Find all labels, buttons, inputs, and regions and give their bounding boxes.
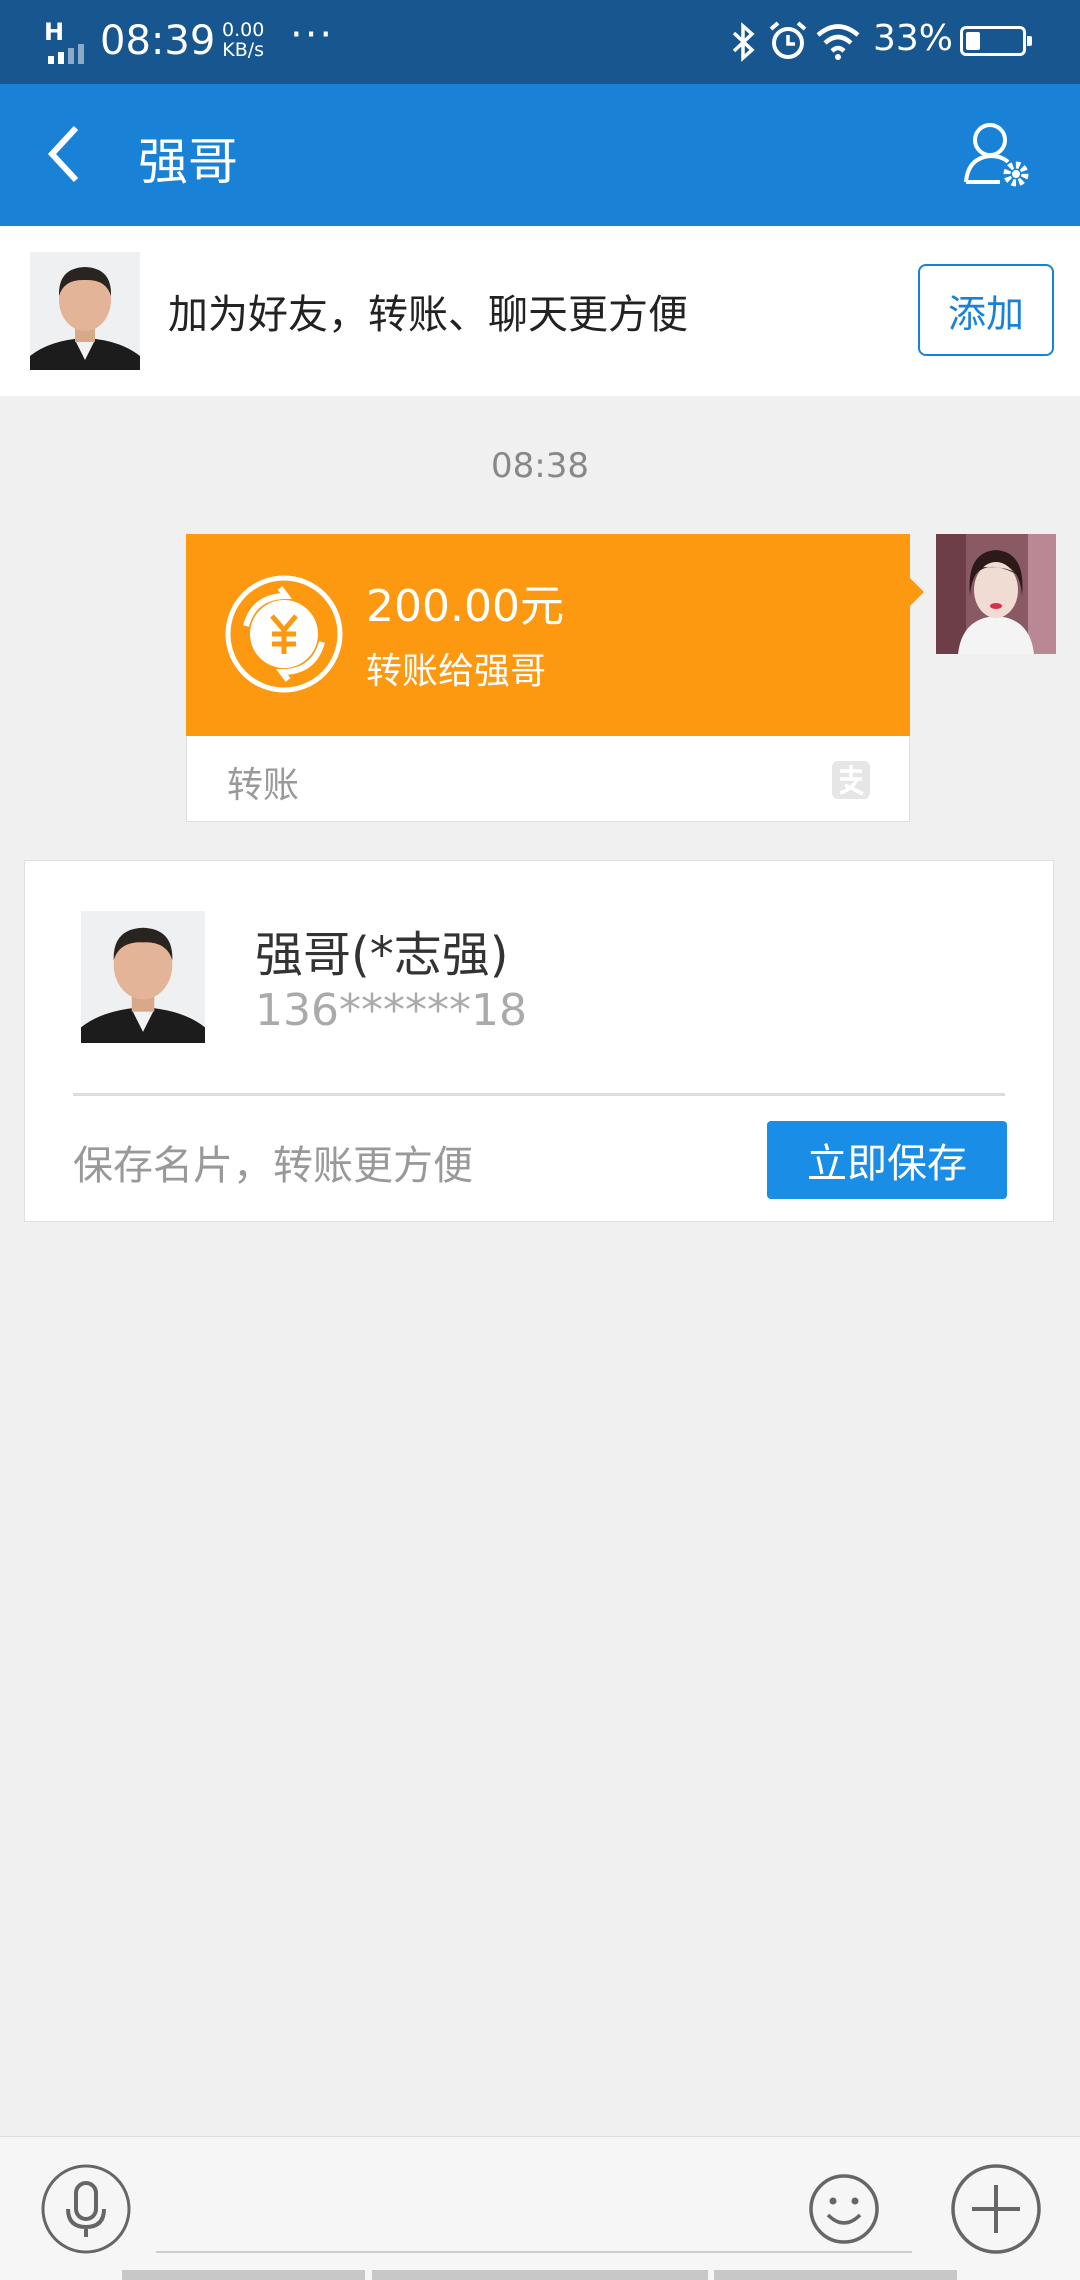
contact-avatar[interactable] [30,252,140,370]
chat-input-bar [0,2136,1080,2280]
transfer-amount: 200.00元 [366,581,564,632]
page-title: 强哥 [138,133,238,191]
contact-name: 强哥(*志强) [255,927,509,983]
alarm-icon [768,20,808,66]
back-button[interactable] [44,124,84,188]
chat-settings-button[interactable] [962,120,1034,196]
transfer-description: 转账给强哥 [366,651,547,692]
message-input[interactable] [156,2157,912,2253]
person-settings-icon [964,123,1029,187]
microphone-icon [41,2164,131,2254]
yuan-transfer-icon [224,574,344,698]
transfer-summary: 200.00元 转账给强哥 [186,534,924,736]
smiley-icon [809,2174,879,2244]
voice-input-button[interactable] [40,2163,132,2259]
network-type: H [44,18,65,46]
nav-bar: 强哥 [0,84,1080,226]
battery-icon [960,26,1032,56]
network-speed: 0.00 KB/s [222,20,264,60]
speed-unit: KB/s [222,39,265,61]
transfer-footer: 转账 [186,736,910,822]
signal-icon [48,44,88,64]
message-timestamp: 08:38 [491,446,589,486]
more-notifications-icon: ··· [290,12,335,58]
more-actions-button[interactable] [950,2163,1042,2259]
status-time: 08:39 [100,18,216,64]
contact-phone: 136******18 [255,985,527,1036]
save-card-hint: 保存名片，转账更方便 [73,1143,473,1189]
nav-indicator-segment [714,2270,957,2280]
nav-indicator-segment [372,2270,708,2280]
battery-fill [966,32,980,50]
save-card-button[interactable]: 立即保存 [767,1121,1007,1199]
nav-indicator-segment [122,2270,365,2280]
add-friend-banner: 加为好友，转账、聊天更方便 添加 [0,226,1080,396]
battery-percent: 33% [873,18,954,59]
transfer-message[interactable]: 200.00元 转账给强哥 转账 [186,534,924,822]
transfer-type-label: 转账 [227,765,300,806]
speed-value: 0.00 [222,19,265,41]
alipay-icon [831,760,871,804]
add-friend-prompt: 加为好友，转账、聊天更方便 [168,292,688,338]
add-friend-button[interactable]: 添加 [918,264,1054,356]
bluetooth-icon [730,22,758,66]
card-divider [73,1093,1005,1096]
status-bar: H 08:39 0.00 KB/s ··· 33% [0,0,1080,84]
chevron-left-icon [47,125,79,183]
plus-icon [951,2164,1041,2254]
system-nav-indicator [0,2270,1080,2280]
wifi-icon [815,22,861,64]
contact-card: 强哥(*志强) 136******18 保存名片，转账更方便 立即保存 [24,860,1054,1222]
self-avatar[interactable] [936,534,1056,654]
contact-card-avatar [81,911,205,1043]
emoji-button[interactable] [808,2173,880,2249]
